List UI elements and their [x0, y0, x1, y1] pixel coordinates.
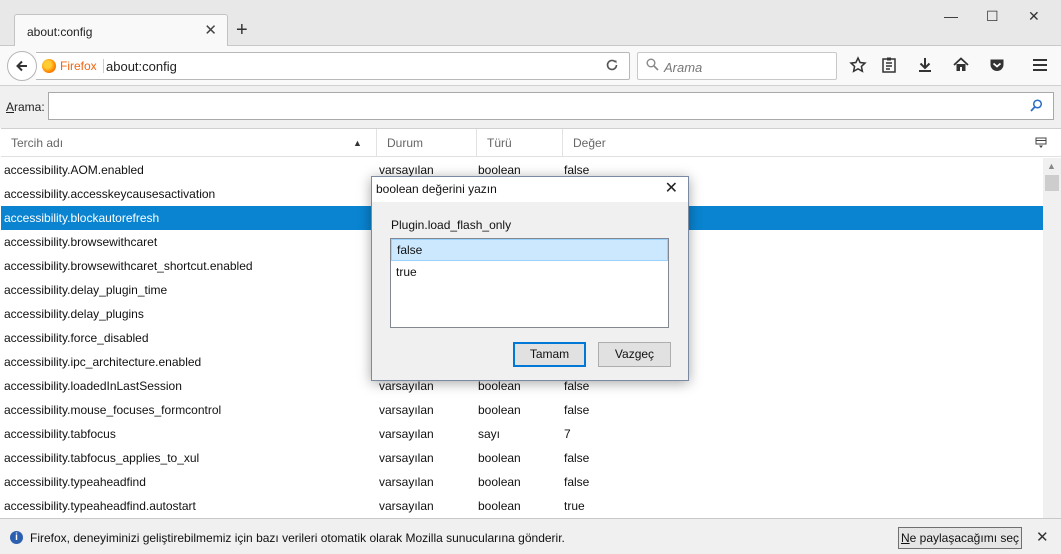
config-filter-row: Arama:	[0, 86, 1061, 128]
preference-type: sayı	[478, 427, 501, 441]
preference-type: boolean	[478, 499, 521, 513]
boolean-value-dialog: boolean değerini yazın ✕ Plugin.load_fla…	[371, 176, 689, 381]
minimize-icon[interactable]: —	[944, 8, 958, 24]
preference-status: varsayılan	[379, 427, 434, 441]
tree-header: Tercih adı ▲ Durum Türü Değer	[1, 129, 1061, 157]
column-header-name-label: Tercih adı	[11, 136, 64, 150]
dialog-title: boolean değerini yazın	[376, 182, 497, 196]
firefox-logo-icon	[42, 59, 56, 73]
preference-name: accessibility.delay_plugin_time	[4, 283, 168, 297]
config-search-icon	[1030, 99, 1043, 115]
navigation-toolbar: Firefox about:config Arama	[0, 46, 1061, 86]
dialog-prompt: Plugin.load_flash_only	[391, 218, 512, 232]
scrollbar-thumb[interactable]	[1045, 175, 1059, 191]
column-header-status[interactable]: Durum	[377, 129, 477, 157]
preference-name: accessibility.tabfocus	[4, 427, 116, 441]
search-bar[interactable]: Arama	[637, 52, 837, 80]
preference-value: true	[564, 499, 585, 513]
config-search-input[interactable]	[48, 92, 1054, 120]
home-icon[interactable]	[952, 56, 970, 79]
scroll-up-icon[interactable]: ▲	[1047, 161, 1056, 171]
share-button-label: e paylaşacağımı seç	[909, 531, 1020, 545]
reading-list-icon[interactable]	[880, 56, 898, 79]
tab-title: about:config	[27, 25, 93, 39]
back-icon	[16, 60, 27, 72]
download-icon[interactable]	[916, 56, 934, 79]
preference-type: boolean	[478, 403, 521, 417]
preference-name: accessibility.loadedInLastSession	[4, 379, 182, 393]
preference-name: accessibility.tabfocus_applies_to_xul	[4, 451, 200, 465]
title-bar: about:config ✕ + — ☐ ✕	[0, 0, 1061, 47]
identity-label: Firefox	[60, 59, 104, 73]
preference-name: accessibility.typeaheadfind	[4, 475, 146, 489]
preference-name: accessibility.ipc_architecture.enabled	[4, 355, 202, 369]
sort-ascending-icon: ▲	[353, 138, 362, 148]
preference-row[interactable]: accessibility.typeaheadfind.autostart var…	[1, 494, 1043, 518]
filter-label-accesskey: A	[6, 100, 15, 114]
preference-row[interactable]: accessibility.tabfocus varsayılan sayı 7	[1, 422, 1043, 446]
dialog-titlebar: boolean değerini yazın ✕	[372, 177, 688, 202]
column-header-value-label: Değer	[573, 136, 606, 150]
back-button[interactable]	[7, 51, 37, 81]
tree-scrollbar[interactable]: ▲	[1043, 158, 1061, 519]
maximize-icon[interactable]: ☐	[986, 8, 999, 25]
preference-row[interactable]: accessibility.mouse_focuses_formcontrol v…	[1, 398, 1043, 422]
info-icon: i	[10, 531, 23, 544]
preference-status: varsayılan	[379, 451, 434, 465]
choose-what-to-share-button[interactable]: Ne paylaşacağımı seç	[898, 527, 1022, 549]
preference-value: false	[564, 403, 590, 417]
column-header-name[interactable]: Tercih adı ▲	[1, 129, 377, 157]
preference-name: accessibility.delay_plugins	[4, 307, 144, 321]
preference-value: false	[564, 475, 590, 489]
preference-name: accessibility.mouse_focuses_formcontrol	[4, 403, 222, 417]
preference-status: varsayılan	[379, 475, 434, 489]
notification-bar: i Firefox, deneyiminizi geliştirebilmemi…	[0, 518, 1061, 554]
preference-name: accessibility.blockautorefresh	[4, 211, 160, 225]
notification-close-icon[interactable]: ✕	[1036, 528, 1049, 546]
filter-label-rest: rama:	[14, 100, 45, 114]
search-icon	[646, 58, 659, 74]
preference-row[interactable]: accessibility.tabfocus_applies_to_xul var…	[1, 446, 1043, 470]
column-picker-icon[interactable]	[1035, 129, 1047, 152]
column-header-type-label: Türü	[487, 136, 512, 150]
tab-about-config[interactable]: about:config ✕	[14, 14, 228, 47]
preference-value: 7	[564, 427, 571, 441]
url-text[interactable]: about:config	[106, 59, 177, 74]
preference-name: accessibility.accesskeycausesactivation	[4, 187, 216, 201]
preference-name: accessibility.force_disabled	[4, 331, 149, 345]
url-bar[interactable]: Firefox about:config	[36, 52, 630, 80]
notification-text: Firefox, deneyiminizi geliştirebilmemiz …	[30, 531, 565, 545]
preference-name: accessibility.browsewithcaret	[4, 235, 158, 249]
share-button-accesskey: N	[900, 531, 910, 545]
boolean-options-list[interactable]: false true	[390, 238, 669, 328]
tab-close-icon[interactable]: ✕	[204, 23, 217, 38]
preference-value: false	[564, 451, 590, 465]
column-header-status-label: Durum	[387, 136, 424, 150]
preference-type: boolean	[478, 475, 521, 489]
identity-box[interactable]: Firefox	[42, 59, 104, 73]
dialog-close-icon[interactable]: ✕	[665, 180, 678, 198]
preference-status: varsayılan	[379, 403, 434, 417]
ok-button[interactable]: Tamam	[513, 342, 586, 367]
bookmark-star-icon[interactable]	[849, 56, 867, 79]
preference-type: boolean	[478, 451, 521, 465]
menu-icon[interactable]	[1031, 56, 1049, 79]
preference-name: accessibility.AOM.enabled	[4, 163, 144, 177]
cancel-button[interactable]: Vazgeç	[598, 342, 671, 367]
preference-row[interactable]: accessibility.typeaheadfind varsayılan boo…	[1, 470, 1043, 494]
option-true[interactable]: true	[391, 261, 668, 283]
column-header-value[interactable]: Değer	[563, 129, 1025, 157]
option-false[interactable]: false	[391, 239, 668, 261]
preference-name: accessibility.typeaheadfind.autostart	[4, 499, 196, 513]
preference-name: accessibility.browsewithcaret_shortcut.e…	[4, 259, 253, 273]
window-close-icon[interactable]: ✕	[1028, 8, 1040, 25]
filter-label: Arama:	[6, 100, 45, 114]
column-header-type[interactable]: Türü	[477, 129, 563, 157]
reload-icon[interactable]	[605, 58, 619, 75]
new-tab-icon[interactable]: +	[236, 20, 248, 40]
pocket-icon[interactable]	[988, 56, 1006, 79]
preference-status: varsayılan	[379, 499, 434, 513]
search-placeholder: Arama	[664, 60, 703, 75]
